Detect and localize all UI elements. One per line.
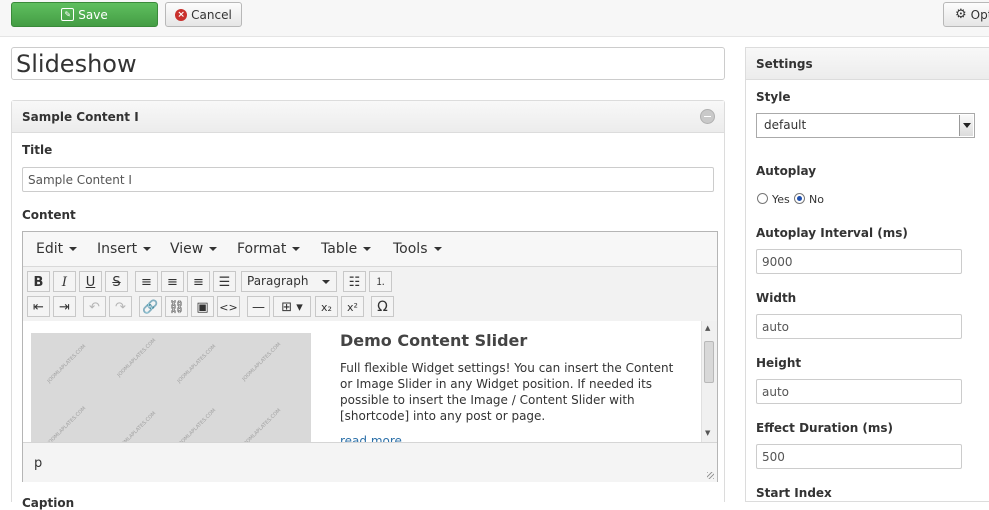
- autoplay-no-label: No: [809, 193, 824, 206]
- editor-toolbar: B I U S ≡ ≡ ≡ ☰ Paragraph ☷ ⒈ ⇤ ⇥ ↶ ↷ 🔗 …: [23, 267, 717, 322]
- slide-title-input[interactable]: [22, 167, 714, 192]
- menu-table[interactable]: Table: [321, 241, 372, 257]
- watermark-text: JOOMLAPLATES.COM: [241, 341, 283, 383]
- cancel-button[interactable]: × Cancel: [165, 2, 242, 27]
- cancel-icon: ×: [175, 8, 188, 21]
- content-label: Content: [22, 208, 76, 222]
- effect-duration-input[interactable]: [756, 444, 962, 469]
- table-button[interactable]: ⊞ ▾: [273, 296, 311, 317]
- superscript-button[interactable]: x²: [341, 296, 364, 317]
- menu-edit[interactable]: Edit: [36, 241, 78, 257]
- numbered-list-button[interactable]: ⒈: [369, 271, 392, 292]
- effect-duration-label: Effect Duration (ms): [756, 421, 894, 435]
- settings-title: Settings: [756, 57, 813, 71]
- format-select-value: Paragraph: [247, 274, 309, 288]
- image-button[interactable]: ▣: [191, 296, 214, 317]
- save-button[interactable]: ✎ Save: [11, 2, 158, 27]
- interval-label: Autoplay Interval (ms): [756, 226, 908, 240]
- watermark-text: JOOMLAPLATES.COM: [176, 343, 218, 385]
- align-center-button[interactable]: ≡: [161, 271, 184, 292]
- menu-view-label: View: [170, 241, 204, 257]
- unlink-button[interactable]: ⛓: [165, 296, 188, 317]
- horizontal-rule-button[interactable]: —: [247, 296, 270, 317]
- justify-button[interactable]: ☰: [213, 271, 236, 292]
- watermark-text: JOOMLAPLATES.COM: [46, 405, 88, 442]
- menu-insert[interactable]: Insert: [97, 241, 152, 257]
- scroll-up-icon[interactable]: ▲: [705, 324, 710, 332]
- options-button[interactable]: ⚙ Opt: [943, 2, 989, 27]
- menu-tools-label: Tools: [393, 241, 428, 257]
- editor-content-area[interactable]: JOOMLAPLATES.COM JOOMLAPLATES.COM JOOMLA…: [23, 321, 717, 442]
- autoplay-no-radio[interactable]: [794, 193, 805, 204]
- underline-button[interactable]: U: [79, 271, 102, 292]
- format-select[interactable]: Paragraph: [241, 271, 337, 292]
- strikethrough-button[interactable]: S: [105, 271, 128, 292]
- bold-button[interactable]: B: [27, 271, 50, 292]
- watermark-text: JOOMLAPLATES.COM: [176, 407, 218, 442]
- italic-button[interactable]: I: [53, 271, 76, 292]
- scroll-down-icon[interactable]: ▼: [705, 429, 710, 437]
- undo-button[interactable]: ↶: [83, 296, 106, 317]
- watermark-text: JOOMLAPLATES.COM: [241, 407, 283, 442]
- redo-button[interactable]: ↷: [109, 296, 132, 317]
- editor-scrollbar[interactable]: ▲ ▼: [701, 321, 717, 442]
- bullet-list-button[interactable]: ☷: [343, 271, 366, 292]
- panel-header: Sample Content I: [12, 101, 724, 133]
- top-toolbar: ✎ Save × Cancel ⚙ Opt: [0, 0, 989, 37]
- link-button[interactable]: 🔗: [139, 296, 162, 317]
- panel-title: Sample Content I: [22, 110, 139, 124]
- slide-image: JOOMLAPLATES.COM JOOMLAPLATES.COM JOOMLA…: [31, 333, 311, 442]
- resize-handle-icon[interactable]: [707, 472, 714, 479]
- watermark-text: JOOMLAPLATES.COM: [116, 410, 158, 442]
- collapse-icon[interactable]: [700, 109, 715, 124]
- editor-statusbar: p: [23, 442, 717, 482]
- height-label: Height: [756, 356, 802, 370]
- align-right-button[interactable]: ≡: [187, 271, 210, 292]
- menu-tools[interactable]: Tools: [393, 241, 442, 257]
- edit-icon: ✎: [61, 8, 75, 21]
- editor-menubar: Edit Insert View Format Table Tools: [23, 232, 717, 267]
- special-character-button[interactable]: Ω: [371, 296, 394, 317]
- style-select-value: default: [764, 118, 807, 132]
- style-label: Style: [756, 90, 791, 104]
- menu-view[interactable]: View: [170, 241, 218, 257]
- menu-table-label: Table: [321, 241, 358, 257]
- watermark-text: JOOMLAPLATES.COM: [46, 343, 88, 385]
- menu-insert-label: Insert: [97, 241, 138, 257]
- style-select[interactable]: default: [756, 113, 975, 138]
- watermark-text: JOOMLAPLATES.COM: [116, 337, 158, 379]
- autoplay-label: Autoplay: [756, 164, 817, 178]
- subscript-button[interactable]: x₂: [315, 296, 338, 317]
- element-path[interactable]: p: [34, 456, 42, 471]
- start-index-label: Start Index: [756, 486, 832, 500]
- settings-header: Settings: [746, 48, 989, 80]
- indent-button[interactable]: ⇥: [53, 296, 76, 317]
- save-label: Save: [78, 7, 108, 22]
- gear-icon: ⚙: [955, 7, 967, 22]
- next-field-label: Caption: [22, 496, 75, 510]
- rich-text-editor: Edit Insert View Format Table Tools B I …: [22, 231, 718, 482]
- interval-input[interactable]: [756, 249, 962, 274]
- height-input[interactable]: [756, 379, 962, 404]
- cancel-label: Cancel: [191, 7, 232, 22]
- code-button[interactable]: <>: [217, 296, 240, 317]
- title-label: Title: [22, 143, 53, 157]
- autoplay-yes-radio[interactable]: [757, 193, 768, 204]
- align-left-button[interactable]: ≡: [135, 271, 158, 292]
- menu-format-label: Format: [237, 241, 287, 257]
- options-label: Opt: [970, 7, 989, 22]
- width-input[interactable]: [756, 314, 962, 339]
- content-body: Full flexible Widget settings! You can i…: [340, 361, 674, 423]
- menu-edit-label: Edit: [36, 241, 64, 257]
- width-label: Width: [756, 291, 797, 305]
- chevron-down-icon[interactable]: [959, 115, 973, 136]
- menu-format[interactable]: Format: [237, 241, 301, 257]
- widget-title-input[interactable]: [11, 47, 725, 80]
- scroll-thumb[interactable]: [704, 341, 714, 383]
- outdent-button[interactable]: ⇤: [27, 296, 50, 317]
- read-more-link[interactable]: read more: [340, 434, 402, 442]
- autoplay-yes-label: Yes: [772, 193, 790, 206]
- content-heading: Demo Content Slider: [340, 331, 528, 350]
